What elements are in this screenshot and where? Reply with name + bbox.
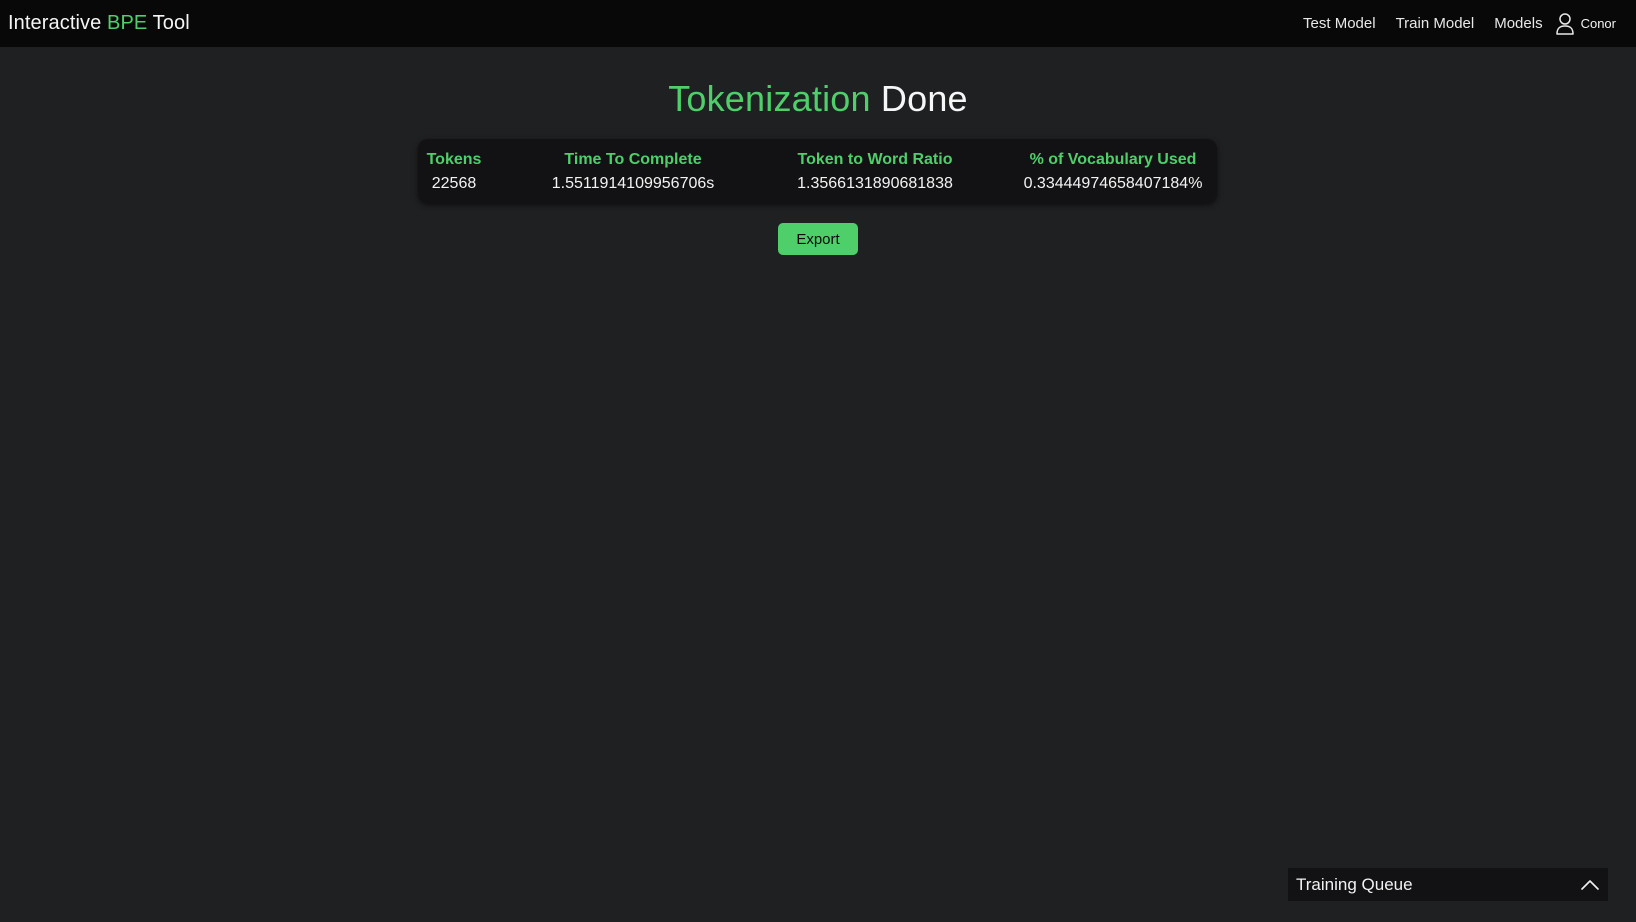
training-queue-panel[interactable]: Training Queue bbox=[1288, 868, 1608, 901]
stat-label: % of Vocabulary Used bbox=[1029, 151, 1197, 168]
navbar: Interactive BPE Tool Test Model Train Mo… bbox=[0, 0, 1636, 47]
stat-label: Time To Complete bbox=[564, 151, 702, 168]
training-queue-label: Training Queue bbox=[1296, 874, 1413, 894]
stat-label: Tokens bbox=[426, 151, 482, 168]
stat-vocabulary-used: % of Vocabulary Used 0.33444974658407184… bbox=[1013, 149, 1213, 195]
stats-card: Tokens 22568 Time To Complete 1.55119141… bbox=[418, 139, 1217, 203]
brand-text-part3: Tool bbox=[147, 12, 190, 34]
nav-link-train-model[interactable]: Train Model bbox=[1396, 15, 1475, 32]
user-icon bbox=[1555, 12, 1575, 36]
brand-text-accent: BPE bbox=[107, 12, 148, 34]
stat-value: 1.3566131890681838 bbox=[797, 175, 953, 192]
stat-tokens: Tokens 22568 bbox=[418, 149, 490, 195]
page-title: Tokenization Done bbox=[0, 78, 1636, 120]
brand-logo[interactable]: Interactive BPE Tool bbox=[8, 12, 190, 35]
nav-link-models[interactable]: Models bbox=[1494, 15, 1542, 32]
stat-token-word-ratio: Token to Word Ratio 1.3566131890681838 bbox=[775, 149, 975, 195]
brand-text-part1: Interactive bbox=[8, 12, 108, 34]
page-title-rest: Done bbox=[870, 78, 968, 119]
nav-link-test-model[interactable]: Test Model bbox=[1303, 15, 1376, 32]
stat-label: Token to Word Ratio bbox=[797, 151, 953, 168]
stat-value: 1.5511914109956706s bbox=[551, 175, 715, 192]
export-button[interactable]: Export bbox=[778, 223, 858, 255]
user-name: Conor bbox=[1580, 16, 1616, 31]
page-title-highlight: Tokenization bbox=[668, 78, 871, 119]
nav-links: Test Model Train Model Models bbox=[1303, 15, 1543, 32]
stat-value: 22568 bbox=[431, 175, 477, 192]
chevron-up-icon[interactable] bbox=[1580, 878, 1600, 892]
stat-time-to-complete: Time To Complete 1.5511914109956706s bbox=[533, 149, 733, 195]
stat-value: 0.33444974658407184% bbox=[1023, 175, 1203, 192]
user-menu[interactable]: Conor bbox=[1555, 12, 1616, 36]
